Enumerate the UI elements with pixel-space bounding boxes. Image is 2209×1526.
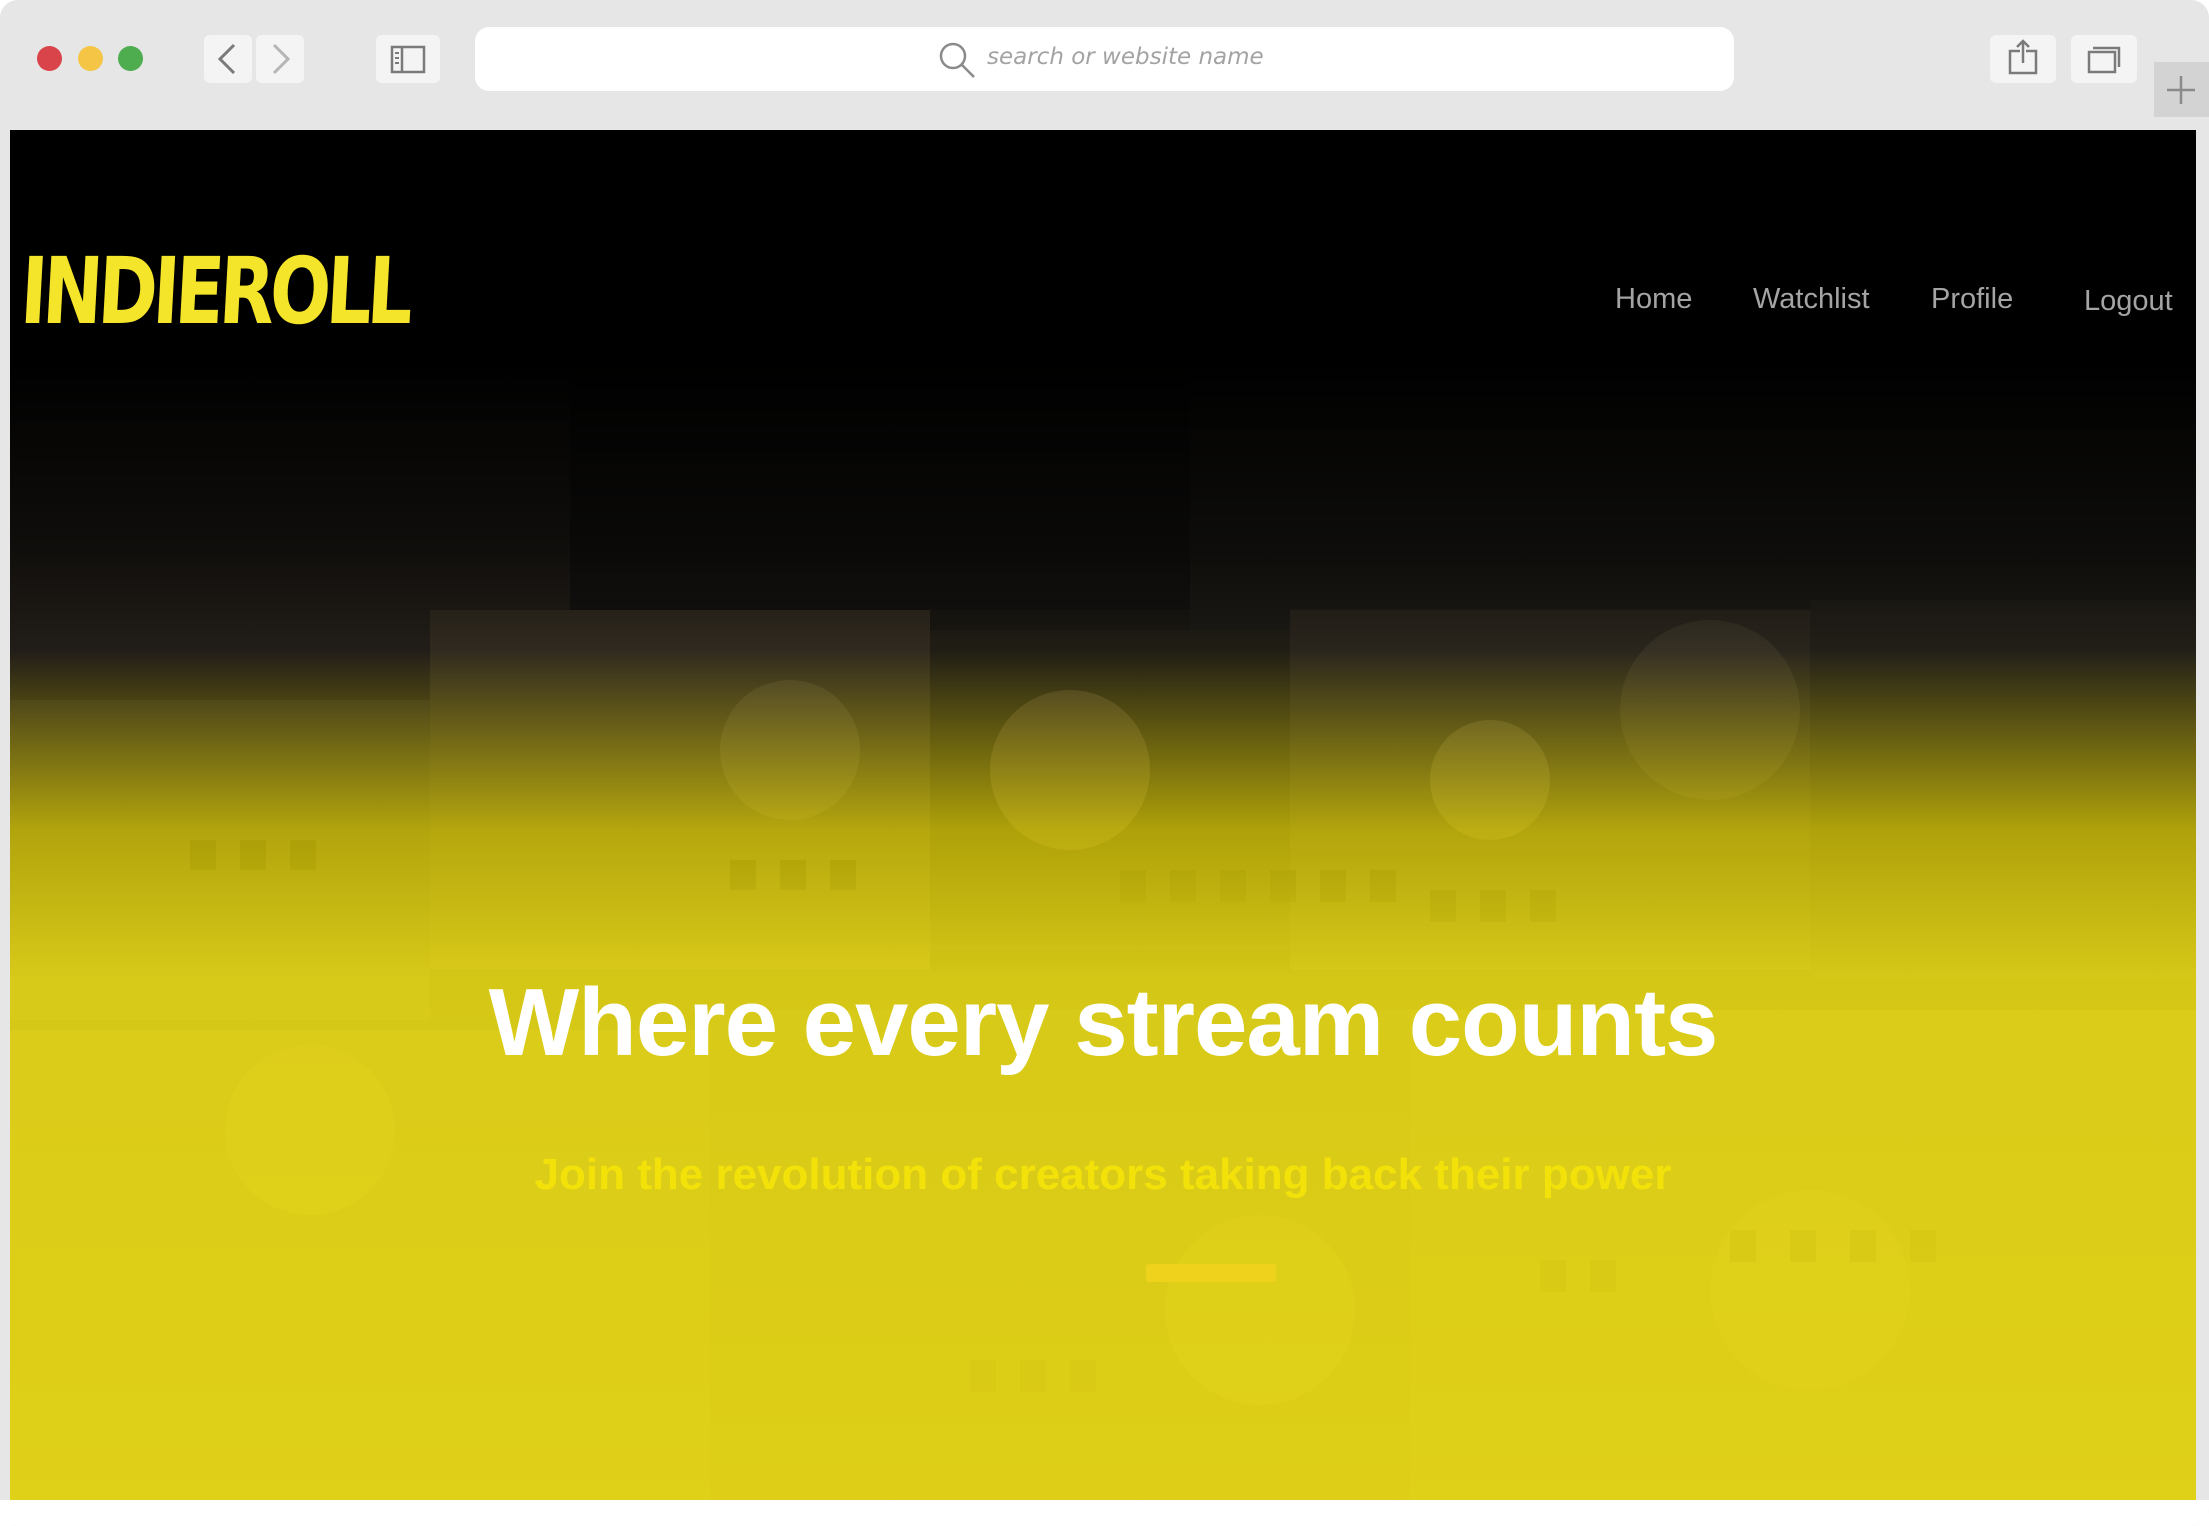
hero-headline: Where every stream counts	[488, 969, 1719, 1076]
sidebar-icon	[390, 45, 426, 74]
chevron-right-icon	[272, 43, 291, 75]
address-bar[interactable]: search or website name	[475, 27, 1734, 91]
minimize-window-button[interactable]	[78, 46, 103, 71]
forward-button[interactable]	[256, 35, 304, 83]
nav-logout[interactable]: Logout	[2084, 285, 2173, 318]
browser-window: search or website name INDIEROLL Home Wa…	[0, 0, 2209, 1526]
web-page: INDIEROLL Home Watchlist Profile Logout …	[10, 130, 2196, 1500]
nav-profile[interactable]: Profile	[1931, 283, 2013, 316]
main-nav: Home Watchlist Profile Logout	[10, 130, 2196, 370]
plus-icon	[2167, 76, 2195, 104]
address-placeholder: search or website name	[987, 44, 1264, 70]
sidebar-toggle-button[interactable]	[376, 35, 440, 83]
zoom-window-button[interactable]	[118, 46, 143, 71]
hero-cta-button[interactable]	[1146, 1264, 1276, 1282]
close-window-button[interactable]	[37, 46, 62, 71]
nav-home[interactable]: Home	[1615, 283, 1692, 316]
chevron-left-icon	[217, 43, 236, 75]
share-icon	[2008, 39, 2038, 75]
share-button[interactable]	[1990, 35, 2056, 83]
search-icon	[939, 42, 975, 78]
nav-watchlist[interactable]: Watchlist	[1753, 283, 1870, 316]
tabs-overview-button[interactable]	[2071, 35, 2137, 83]
hero-subheadline: Join the revolution of creators taking b…	[534, 1150, 1672, 1199]
new-tab-button[interactable]	[2154, 62, 2209, 117]
tabs-icon	[2087, 46, 2121, 74]
window-bottom-edge	[0, 1500, 2209, 1526]
browser-toolbar: search or website name	[0, 0, 2209, 118]
back-button[interactable]	[204, 35, 252, 83]
